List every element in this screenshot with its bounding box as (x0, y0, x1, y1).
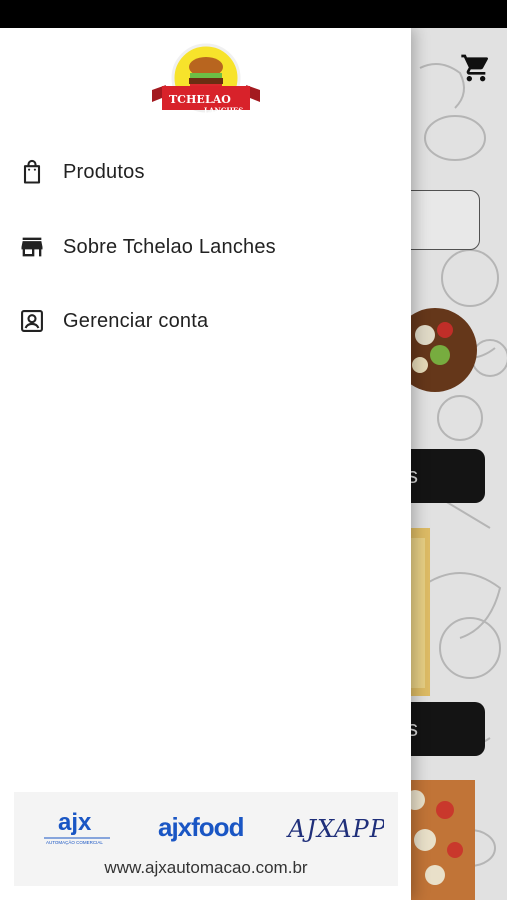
store-icon (21, 237, 43, 257)
footer-brands: ajx AUTOMAÇÃO COMERCIAL ajxfood AJXAPP w… (14, 792, 398, 886)
ajx-logo: ajx AUTOMAÇÃO COMERCIAL (44, 809, 110, 845)
menu-item-label: Produtos (63, 160, 145, 183)
logo-text: LANCHES (204, 106, 243, 115)
menu-item-produtos[interactable]: Produtos (0, 142, 411, 202)
shopping-bag-icon (23, 159, 41, 184)
status-bar (0, 0, 507, 28)
ajx-tagline: AUTOMAÇÃO COMERCIAL (46, 839, 103, 845)
menu-item-sobre[interactable]: Sobre Tchelao Lanches (0, 217, 411, 277)
logo-text: LAO (205, 93, 231, 106)
ajxfood-logo-text: ajxfood (158, 812, 244, 842)
ajxapp-logo-text: AJXAPP (286, 815, 384, 843)
logo-text: TCHE (169, 93, 205, 106)
navigation-drawer: TCHE LAO LANCHES Produtos Sobre Tchelao … (0, 28, 411, 900)
ajxfood-logo: ajxfood (158, 812, 245, 842)
menu-item-label: Gerenciar conta (63, 309, 209, 332)
footer-url[interactable]: www.ajxautomacao.com.br (14, 858, 398, 878)
ajxapp-logo: AJXAPP (286, 815, 384, 843)
ajx-logo-text: ajx (58, 809, 92, 836)
menu-item-label: Sobre Tchelao Lanches (63, 235, 276, 258)
account-box-icon (21, 310, 43, 332)
brand-logo: TCHE LAO LANCHES (152, 43, 260, 115)
menu-item-gerenciar-conta[interactable]: Gerenciar conta (0, 291, 411, 351)
